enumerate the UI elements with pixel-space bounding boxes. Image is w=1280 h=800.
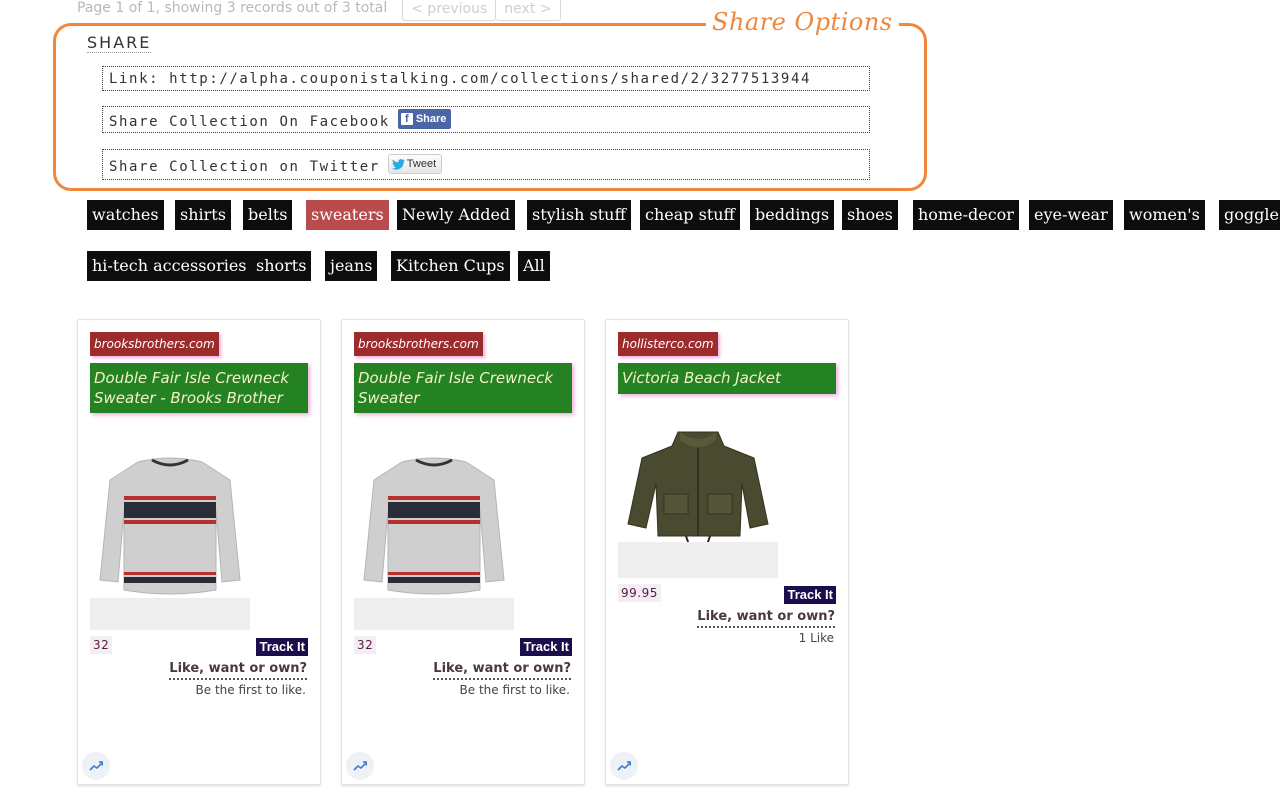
trending-up-icon[interactable] [346,752,374,780]
product-price: 32 [354,636,377,654]
pagination-summary: Page 1 of 1, showing 3 records out of 3 … [77,0,388,16]
tweet-button-label: Tweet [406,158,437,170]
share-link-row[interactable]: Link: http://alpha.couponistalking.com/c… [102,66,870,91]
like-count: Be the first to like. [459,683,570,697]
pagination-buttons: < previous next > [396,0,561,21]
share-facebook-label: Share Collection On Facebook [109,113,390,130]
tag-shorts[interactable]: shorts [251,251,312,281]
tweet-button[interactable]: Tweet [387,154,443,174]
like-want-own-link[interactable]: Like, want or own? [169,660,307,680]
store-badge[interactable]: hollisterco.com [618,332,718,356]
sweater-image[interactable] [354,440,514,630]
tag-beddings[interactable]: beddings [750,200,835,230]
track-it-button[interactable]: Track It [256,638,308,656]
store-badge[interactable]: brooksbrothers.com [90,332,219,356]
tag-sweaters[interactable]: sweaters [306,200,389,230]
tag-belts[interactable]: belts [243,200,293,230]
share-facebook-row: Share Collection On Facebook f Share [102,106,870,133]
tag-cheap-stuff[interactable]: cheap stuff [640,200,740,230]
facebook-share-button[interactable]: f Share [397,108,452,129]
sweater-image[interactable] [90,440,250,630]
like-want-own-link[interactable]: Like, want or own? [433,660,571,680]
share-twitter-label: Share Collection on Twitter [109,159,380,175]
tag-kitchen-cups[interactable]: Kitchen Cups [391,251,510,281]
track-it-button[interactable]: Track It [520,638,572,656]
facebook-share-button-label: Share [415,112,447,125]
store-badge[interactable]: brooksbrothers.com [354,332,483,356]
sweater-illustration [354,440,514,598]
sweater-illustration [90,440,250,598]
next-page-button[interactable]: next > [496,0,561,21]
like-count: 1 Like [798,631,834,645]
tag-goggles[interactable]: goggles [1219,200,1280,230]
tag-all[interactable]: All [518,251,550,281]
product-name[interactable]: Double Fair Isle Crewneck Sweater [354,363,572,413]
tag-newly-added[interactable]: Newly Added [397,200,516,230]
tag-shirts[interactable]: shirts [175,200,231,230]
product-card[interactable]: brooksbrothers.com Double Fair Isle Crew… [77,319,321,785]
product-card[interactable]: hollisterco.com Victoria Beach Jacket 99… [605,319,849,785]
share-options-legend: Share Options [706,8,899,36]
product-price: 32 [90,636,113,654]
share-title: SHARE [87,33,152,53]
trending-up-icon[interactable] [82,752,110,780]
jacket-image[interactable] [618,424,778,578]
tag-home-decor[interactable]: home-decor [913,200,1019,230]
product-name[interactable]: Victoria Beach Jacket [618,363,836,394]
previous-page-button[interactable]: < previous [402,0,497,21]
tag-stylish-stuff[interactable]: stylish stuff [527,200,631,230]
trending-up-icon[interactable] [610,752,638,780]
tag-womens[interactable]: women's [1124,200,1205,230]
share-link-text[interactable]: Link: http://alpha.couponistalking.com/c… [109,71,811,87]
share-twitter-row: Share Collection on Twitter Tweet [102,149,870,180]
pagination-bar: Page 1 of 1, showing 3 records out of 3 … [77,0,561,22]
tag-eye-wear[interactable]: eye-wear [1029,200,1113,230]
tag-watches[interactable]: watches [87,200,164,230]
tag-jeans[interactable]: jeans [325,251,378,281]
tag-shoes[interactable]: shoes [842,200,898,230]
jacket-illustration [618,424,778,549]
twitter-bird-icon [391,158,405,170]
like-want-own-link[interactable]: Like, want or own? [697,608,835,628]
track-it-button[interactable]: Track It [784,586,836,604]
product-price: 99.95 [618,584,661,602]
like-count: Be the first to like. [195,683,306,697]
product-card[interactable]: brooksbrothers.com Double Fair Isle Crew… [341,319,585,785]
facebook-icon: f [400,112,413,125]
product-name[interactable]: Double Fair Isle Crewneck Sweater - Broo… [90,363,308,413]
tag-hi-tech-accessories[interactable]: hi-tech accessories [87,251,252,281]
